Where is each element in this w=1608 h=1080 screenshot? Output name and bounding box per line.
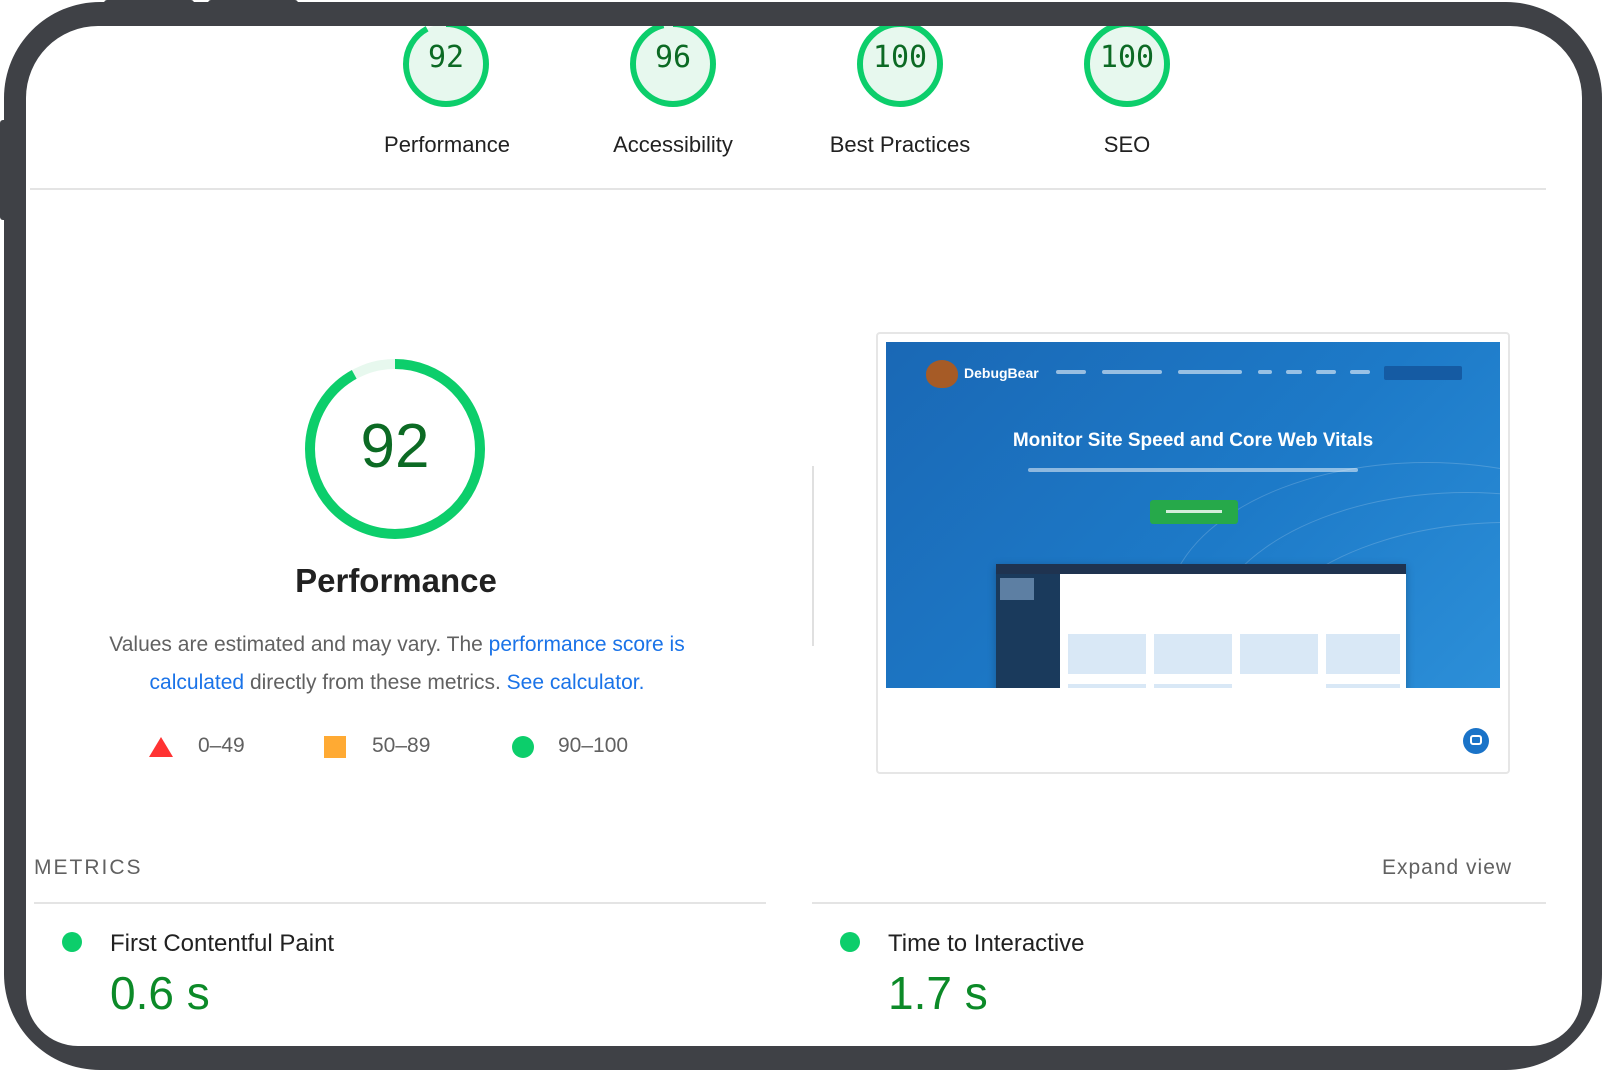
- average-square-icon: [324, 736, 346, 758]
- legend-pass-range: 90–100: [558, 734, 629, 757]
- nav-link-placeholder: [1056, 370, 1086, 374]
- metrics-divider-left: [34, 902, 766, 904]
- metric-value: 0.6 s: [110, 967, 210, 1019]
- see-calculator-link[interactable]: See calculator.: [507, 671, 645, 694]
- dashboard-chart-panel: [1154, 634, 1232, 674]
- pass-circle-icon: [62, 932, 82, 952]
- performance-description: Values are estimated and may vary. The p…: [82, 626, 712, 702]
- metrics-divider-right: [812, 902, 1546, 904]
- chat-bubble-icon: [1463, 728, 1489, 754]
- bear-logo-icon: [926, 360, 958, 388]
- description-text-1: Values are estimated and may vary. The: [109, 633, 489, 656]
- hero-cta-placeholder: [1150, 500, 1238, 524]
- device-button-top-2: [208, 0, 298, 6]
- legend-average-range: 50–89: [372, 734, 431, 757]
- screenshot-hero: DebugBear Monitor Site Speed and Core We…: [886, 342, 1500, 688]
- expand-view-toggle[interactable]: Expand view: [1382, 856, 1512, 880]
- lighthouse-report: 92 Performance 96 Accessibility 100 Best…: [26, 26, 1582, 1046]
- dashboard-chart-panel: [1068, 634, 1146, 674]
- final-screenshot[interactable]: DebugBear Monitor Site Speed and Core We…: [876, 332, 1510, 774]
- performance-label: Performance: [384, 132, 510, 157]
- dashboard-chart-panel: [1154, 684, 1232, 688]
- device-button-side: [0, 120, 8, 220]
- seo-score: 100: [1099, 40, 1155, 75]
- dashboard-mockup: [996, 564, 1406, 688]
- seo-label: SEO: [1103, 132, 1151, 157]
- nav-cta-placeholder: [1384, 366, 1462, 380]
- performance-score: 92: [427, 40, 465, 75]
- section-divider: [812, 466, 814, 646]
- dashboard-chart-panel: [1326, 634, 1400, 674]
- accessibility-label: Accessibility: [613, 132, 733, 157]
- metric-value: 1.7 s: [888, 967, 988, 1019]
- hero-subtitle-placeholder: [1028, 468, 1358, 472]
- best-practices-score: 100: [872, 40, 928, 75]
- performance-main-score: 92: [360, 412, 430, 481]
- device-button-top-1: [104, 0, 194, 6]
- dashboard-topbar: [996, 564, 1406, 574]
- nav-link-placeholder: [1178, 370, 1242, 374]
- dashboard-thumbnail: [1000, 578, 1034, 600]
- nav-link-placeholder: [1316, 370, 1336, 374]
- dashboard-chart-panel: [1240, 634, 1318, 674]
- description-text-2: directly from these metrics.: [244, 671, 507, 694]
- nav-link-placeholder: [1102, 370, 1162, 374]
- legend-fail-range: 0–49: [198, 734, 245, 757]
- pass-circle-icon: [512, 736, 534, 758]
- header-divider: [30, 188, 1546, 190]
- nav-link-placeholder: [1350, 370, 1370, 374]
- dashboard-chart-panel: [1068, 684, 1146, 688]
- pass-circle-icon: [840, 932, 860, 952]
- metric-name: First Contentful Paint: [110, 930, 335, 957]
- fail-triangle-icon: [149, 737, 173, 757]
- best-practices-label: Best Practices: [829, 132, 971, 157]
- screenshot-brand: DebugBear: [964, 365, 1039, 381]
- metric-name: Time to Interactive: [888, 930, 1085, 957]
- dashboard-chart-panel: [1326, 684, 1400, 688]
- screenshot-headline: Monitor Site Speed and Core Web Vitals: [1012, 430, 1374, 451]
- performance-title: Performance: [295, 562, 497, 599]
- accessibility-score: 96: [654, 40, 692, 75]
- metrics-heading: METRICS: [34, 856, 143, 879]
- nav-link-placeholder: [1286, 370, 1302, 374]
- nav-link-placeholder: [1258, 370, 1272, 374]
